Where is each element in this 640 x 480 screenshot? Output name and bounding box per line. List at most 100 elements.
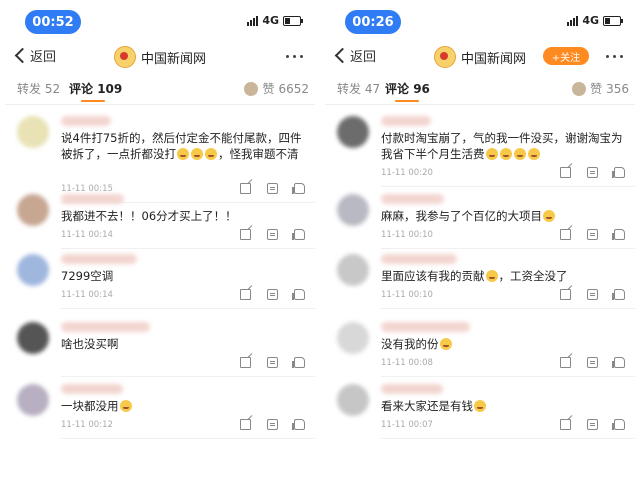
likes-tab[interactable]: 赞 356: [572, 80, 629, 97]
comment-text: 付款时淘宝崩了，气的我一件没买，谢谢淘宝为我省下半个月生活费: [381, 130, 625, 162]
share-icon[interactable]: [560, 357, 571, 368]
comment-divider: [61, 248, 315, 249]
share-icon[interactable]: [240, 229, 251, 240]
avatar[interactable]: [17, 194, 49, 226]
reply-icon[interactable]: [587, 419, 598, 430]
comment-time: 11-11 00:10: [381, 230, 433, 240]
active-tab-indicator: [81, 100, 105, 102]
reply-icon[interactable]: [587, 357, 598, 368]
avatar[interactable]: [337, 322, 369, 354]
likes-count: 356: [606, 81, 629, 96]
liker-avatar-icon: [572, 81, 587, 96]
comment-time: 11-11 00:12: [61, 420, 113, 430]
like-icon[interactable]: [292, 419, 305, 430]
reply-icon[interactable]: [267, 229, 278, 240]
comment-divider: [381, 376, 635, 377]
reply-icon[interactable]: [267, 183, 278, 194]
tab-repost-count: 52: [44, 82, 61, 96]
username-blurred[interactable]: [381, 384, 443, 394]
reply-icon[interactable]: [587, 229, 598, 240]
comment-time: 11-11 00:08: [381, 358, 433, 368]
account-logo-icon: [113, 46, 136, 68]
comment-divider: [61, 438, 315, 439]
like-icon[interactable]: [612, 357, 625, 368]
likes-count: 6652: [278, 81, 309, 96]
like-icon[interactable]: [612, 229, 625, 240]
username-blurred[interactable]: [61, 254, 137, 264]
reply-icon[interactable]: [267, 357, 278, 368]
like-icon[interactable]: [612, 289, 625, 300]
emoji-icon: [485, 270, 498, 282]
emoji-icon: [439, 338, 452, 350]
like-icon[interactable]: [292, 289, 305, 300]
more-icon[interactable]: [606, 55, 623, 58]
share-icon[interactable]: [560, 289, 571, 300]
reply-icon[interactable]: [267, 419, 278, 430]
account-header[interactable]: 中国新闻网: [5, 46, 315, 68]
divider: [5, 104, 315, 105]
share-icon[interactable]: [560, 229, 571, 240]
avatar[interactable]: [17, 384, 49, 416]
follow-button[interactable]: +关注: [543, 47, 589, 65]
avatar[interactable]: [17, 116, 49, 148]
emoji-icon: [177, 148, 189, 160]
comment-body-tail: ，怪我审题不清: [218, 147, 299, 161]
share-icon[interactable]: [240, 183, 251, 194]
comment-divider: [381, 248, 635, 249]
comment-time: 11-11 00:10: [381, 290, 433, 300]
comment-actions: [560, 167, 625, 178]
username-blurred[interactable]: [61, 194, 124, 204]
avatar[interactable]: [337, 254, 369, 286]
tab-repost[interactable]: 转发 52: [17, 80, 60, 97]
like-icon[interactable]: [292, 229, 305, 240]
comment-body: 里面应该有我的贡献: [381, 269, 485, 283]
avatar[interactable]: [337, 194, 369, 226]
comment-text: 说4件打75折的，然后付定金不能付尾款，四件被拆了，一点折都没打 ，怪我审题不清: [61, 130, 305, 162]
avatar[interactable]: [337, 384, 369, 416]
username-blurred[interactable]: [381, 194, 444, 204]
like-icon[interactable]: [612, 419, 625, 430]
account-name: 中国新闻网: [460, 51, 526, 67]
reply-icon[interactable]: [587, 289, 598, 300]
comment-body: 我都进不去！！06分才买上了！！: [61, 209, 237, 223]
tab-repost-label: 转发: [17, 82, 42, 96]
comment-time: 11-11 00:14: [61, 230, 113, 240]
username-blurred[interactable]: [61, 116, 111, 126]
share-icon[interactable]: [240, 419, 251, 430]
share-icon[interactable]: [560, 419, 571, 430]
account-name: 中国新闻网: [140, 51, 206, 67]
avatar[interactable]: [337, 116, 369, 148]
more-icon[interactable]: [286, 55, 303, 58]
emoji-icon: [474, 400, 486, 412]
avatar[interactable]: [17, 322, 49, 354]
comment-body: 没有我的份: [381, 337, 439, 351]
tab-comment[interactable]: 评论 109: [69, 80, 122, 97]
avatar[interactable]: [17, 254, 49, 286]
username-blurred[interactable]: [381, 116, 431, 126]
like-icon[interactable]: [292, 357, 305, 368]
likes-label: 赞: [590, 82, 603, 96]
comment-text: 里面应该有我的贡献 ，工资全没了: [381, 268, 625, 284]
reply-icon[interactable]: [587, 167, 598, 178]
username-blurred[interactable]: [381, 322, 470, 332]
username-blurred[interactable]: [61, 322, 150, 332]
tab-repost[interactable]: 转发 47: [337, 80, 380, 97]
comment-body: 7299空调: [61, 269, 114, 283]
share-icon[interactable]: [240, 357, 251, 368]
like-icon[interactable]: [612, 167, 625, 178]
username-blurred[interactable]: [61, 384, 123, 394]
account-logo-icon: [433, 46, 456, 68]
comment-time: 11-11 00:20: [381, 168, 433, 178]
comment-actions: [560, 419, 625, 430]
emoji-icon: [191, 148, 203, 160]
share-icon[interactable]: [560, 167, 571, 178]
reply-icon[interactable]: [267, 289, 278, 300]
tab-comment-count: 96: [413, 82, 430, 96]
likes-tab[interactable]: 赞 6652: [244, 80, 309, 97]
username-blurred[interactable]: [381, 254, 457, 264]
share-icon[interactable]: [240, 289, 251, 300]
comment-body-tail: ，工资全没了: [498, 269, 568, 283]
like-icon[interactable]: [292, 183, 305, 194]
tab-comment[interactable]: 评论 96: [385, 80, 430, 97]
comment-divider: [381, 438, 635, 439]
